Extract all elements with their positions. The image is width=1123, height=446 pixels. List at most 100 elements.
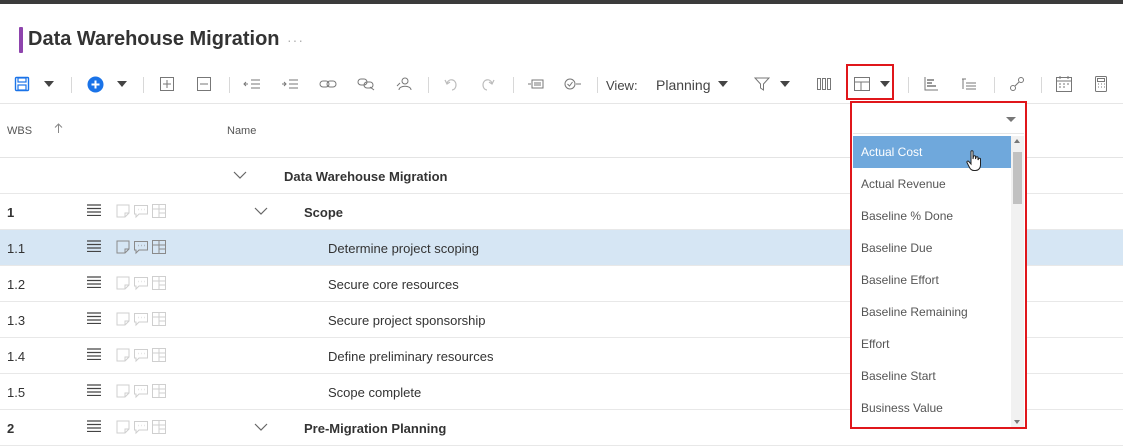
columns-button[interactable] xyxy=(814,73,834,95)
outline-button[interactable] xyxy=(959,73,979,95)
row-menu-icon[interactable] xyxy=(87,276,103,290)
redo-button[interactable] xyxy=(478,73,498,95)
note-icon[interactable] xyxy=(115,239,131,258)
caret-down-icon xyxy=(880,81,890,87)
toolbar-divider xyxy=(597,77,598,93)
expand-all-button[interactable] xyxy=(158,73,176,95)
row-menu-icon[interactable] xyxy=(87,204,103,218)
column-header-name[interactable]: Name xyxy=(227,125,256,137)
filter-icon xyxy=(754,77,770,91)
dropdown-option[interactable]: Actual Cost xyxy=(853,136,1011,168)
add-circle-icon xyxy=(87,76,104,93)
comment-icon[interactable] xyxy=(133,239,149,258)
title-accent-bar xyxy=(19,27,23,53)
dropdown-option[interactable]: Baseline Start xyxy=(853,360,1011,392)
note-icon[interactable] xyxy=(115,311,131,330)
unlink-button[interactable] xyxy=(356,73,376,95)
undo-button[interactable] xyxy=(441,73,461,95)
wbs-cell: 1.2 xyxy=(7,277,26,292)
comment-icon[interactable] xyxy=(133,311,149,330)
comment-icon[interactable] xyxy=(133,203,149,222)
filter-button[interactable] xyxy=(752,73,772,95)
chevron-down-icon[interactable] xyxy=(253,419,269,438)
row-menu-icon[interactable] xyxy=(87,312,103,326)
task-name-cell[interactable]: Determine project scoping xyxy=(328,241,479,256)
board-icon[interactable] xyxy=(151,311,167,330)
caret-down-icon xyxy=(44,81,54,87)
board-icon[interactable] xyxy=(151,239,167,258)
note-icon[interactable] xyxy=(115,275,131,294)
task-name-cell[interactable]: Scope complete xyxy=(328,385,421,400)
table-layout-button[interactable] xyxy=(852,73,872,95)
toolbar-divider xyxy=(143,77,144,93)
task-name-cell[interactable]: Define preliminary resources xyxy=(328,349,493,364)
task-name-cell[interactable]: Data Warehouse Migration xyxy=(284,169,447,184)
calendar-icon xyxy=(1056,76,1072,92)
task-name-cell[interactable]: Scope xyxy=(304,205,343,220)
row-menu-icon[interactable] xyxy=(87,348,103,362)
calculator-button[interactable] xyxy=(1091,73,1111,95)
dropdown-option[interactable]: Baseline % Done xyxy=(853,200,1011,232)
view-dropdown-button[interactable] xyxy=(716,73,730,95)
note-icon[interactable] xyxy=(115,203,131,222)
dropdown-option[interactable]: Baseline Due xyxy=(853,232,1011,264)
outline-list-icon xyxy=(961,78,977,90)
indent-icon xyxy=(281,78,299,90)
link-button[interactable] xyxy=(318,73,338,95)
task-name-cell[interactable]: Pre-Migration Planning xyxy=(304,421,446,436)
column-header-wbs[interactable]: WBS xyxy=(7,125,32,137)
comment-icon[interactable] xyxy=(133,419,149,438)
board-icon[interactable] xyxy=(151,419,167,438)
row-menu-icon[interactable] xyxy=(87,240,103,254)
comment-icon[interactable] xyxy=(133,383,149,402)
comment-icon[interactable] xyxy=(133,275,149,294)
board-icon[interactable] xyxy=(151,203,167,222)
note-icon[interactable] xyxy=(115,347,131,366)
dropdown-option[interactable]: Effort xyxy=(853,328,1011,360)
indent-button[interactable] xyxy=(280,73,300,95)
table-layout-dropdown-button[interactable] xyxy=(878,73,892,95)
scroll-up-icon[interactable] xyxy=(1014,139,1020,143)
task-name-cell[interactable]: Secure core resources xyxy=(328,277,459,292)
add-dropdown-button[interactable] xyxy=(113,73,131,95)
calendar-button[interactable] xyxy=(1054,73,1074,95)
filter-dropdown-button[interactable] xyxy=(778,73,792,95)
note-icon[interactable] xyxy=(115,419,131,438)
dropdown-option[interactable]: Business Value xyxy=(853,392,1011,424)
note-icon[interactable] xyxy=(115,383,131,402)
dropdown-option[interactable]: Baseline Remaining xyxy=(853,296,1011,328)
outdent-button[interactable] xyxy=(242,73,262,95)
wbs-cell: 1.4 xyxy=(7,349,26,364)
dropdown-option[interactable]: Baseline Effort xyxy=(853,264,1011,296)
dropdown-option[interactable]: Actual Revenue xyxy=(853,168,1011,200)
chevron-down-icon[interactable] xyxy=(232,167,248,186)
gantt-button[interactable] xyxy=(921,73,941,95)
chevron-down-icon[interactable] xyxy=(253,203,269,222)
scroll-down-icon[interactable] xyxy=(1014,420,1020,424)
board-icon[interactable] xyxy=(151,383,167,402)
column-picker-input[interactable] xyxy=(853,104,1024,134)
scrollbar[interactable] xyxy=(1011,136,1024,427)
mark-complete-button[interactable] xyxy=(563,73,583,95)
board-icon[interactable] xyxy=(151,275,167,294)
table-grid-icon xyxy=(854,77,870,91)
comment-icon[interactable] xyxy=(133,347,149,366)
board-icon[interactable] xyxy=(151,347,167,366)
add-button[interactable] xyxy=(85,73,105,95)
caret-down-icon[interactable] xyxy=(1006,117,1016,122)
sort-ascending-icon[interactable] xyxy=(54,123,63,137)
toolbar-divider xyxy=(908,77,909,93)
save-button[interactable] xyxy=(12,73,32,95)
row-menu-icon[interactable] xyxy=(87,384,103,398)
row-menu-icon[interactable] xyxy=(87,420,103,434)
critical-path-button[interactable] xyxy=(1007,73,1027,95)
collapse-all-button[interactable] xyxy=(195,73,213,95)
view-select[interactable]: Planning xyxy=(656,77,711,93)
task-name-cell[interactable]: Secure project sponsorship xyxy=(328,313,486,328)
scrollbar-thumb[interactable] xyxy=(1013,152,1022,204)
save-dropdown-button[interactable] xyxy=(40,73,58,95)
more-options-icon[interactable]: ··· xyxy=(287,32,304,48)
row-indicators xyxy=(115,347,167,366)
assign-resources-button[interactable] xyxy=(394,73,414,95)
properties-button[interactable] xyxy=(526,73,546,95)
